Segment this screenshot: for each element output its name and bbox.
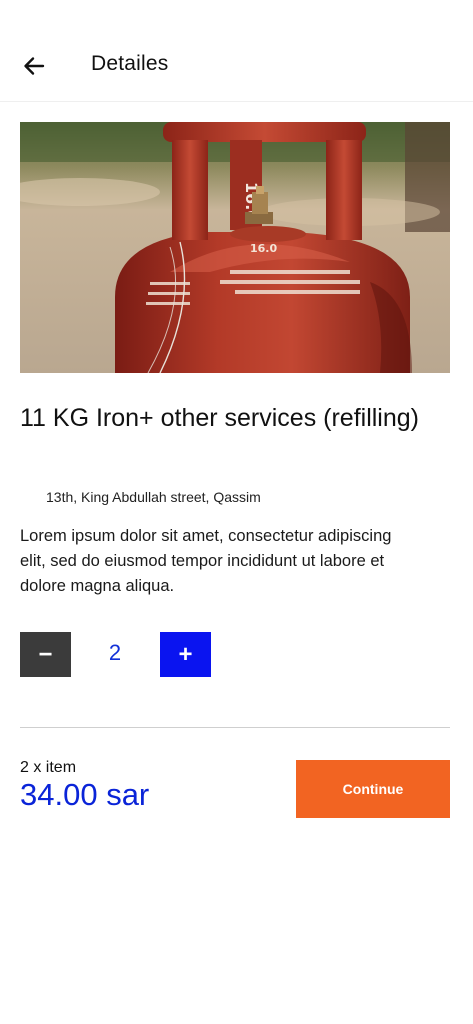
- product-description: Lorem ipsum dolor sit amet, consectetur …: [20, 527, 392, 595]
- product-image: 16.0 16.0: [20, 122, 450, 373]
- divider: [20, 727, 450, 728]
- arrow-left-icon: [24, 57, 45, 75]
- app-bar: Detailes: [0, 0, 473, 102]
- page-title: Detailes: [91, 52, 169, 75]
- back-button[interactable]: [14, 46, 54, 86]
- product-title: 11 KG Iron+ other services (refilling): [20, 404, 419, 432]
- quantity-decrease-button[interactable]: −: [20, 632, 71, 677]
- total-price: 34.00 sar: [20, 777, 150, 812]
- product-address: 13th, King Abdullah street, Qassim: [46, 489, 261, 505]
- minus-icon: −: [38, 640, 53, 668]
- svg-text:16.0: 16.0: [250, 242, 277, 255]
- continue-button[interactable]: Continue: [296, 760, 450, 818]
- continue-label: Continue: [342, 781, 404, 797]
- plus-icon: +: [178, 640, 193, 668]
- item-count: 2 x item: [20, 759, 77, 776]
- quantity-value: 2: [108, 640, 122, 665]
- quantity-increase-button[interactable]: +: [160, 632, 211, 677]
